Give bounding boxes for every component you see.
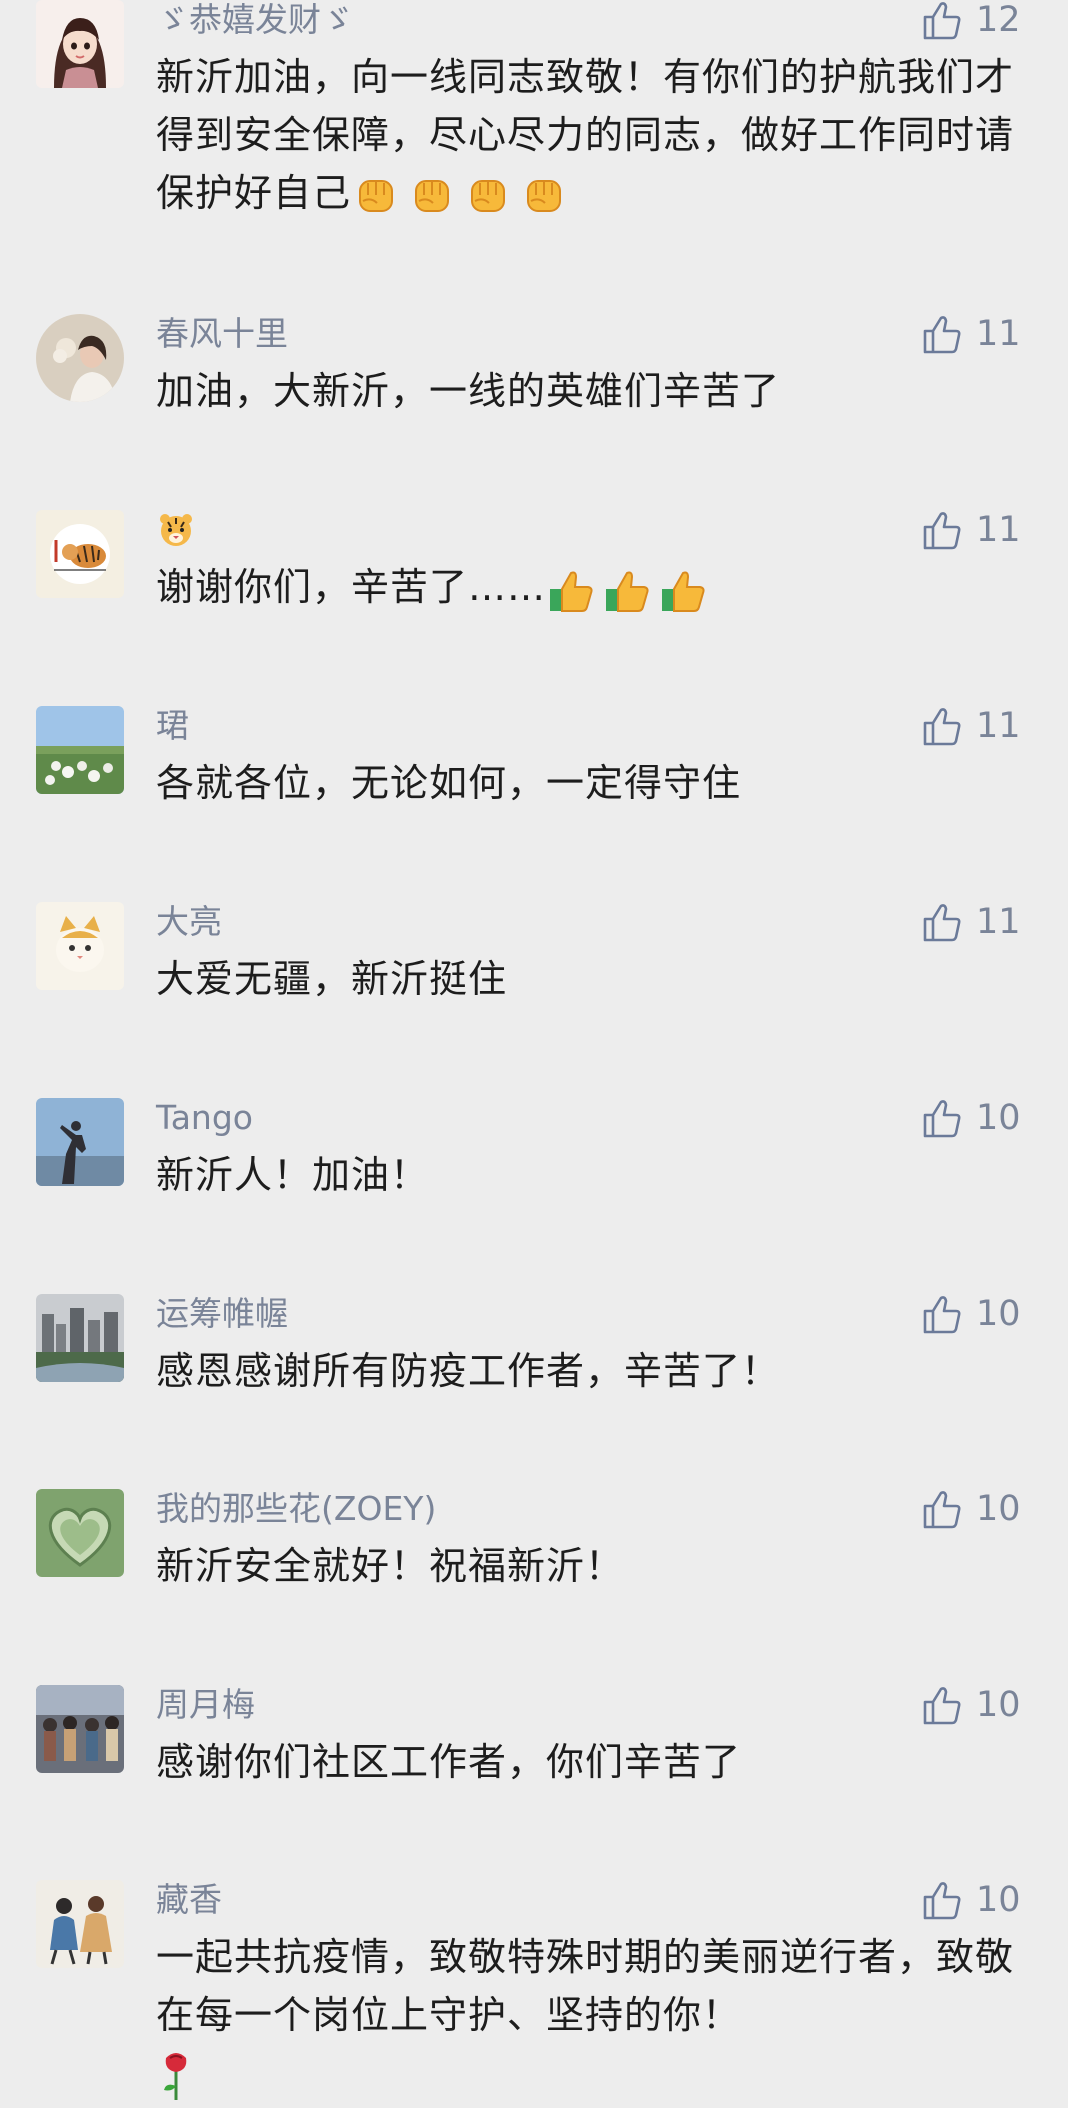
raised-fist-emoji [463, 171, 513, 221]
like-count: 10 [976, 1098, 1021, 1138]
avatar[interactable] [36, 1489, 124, 1577]
like-count: 10 [976, 1880, 1021, 1920]
like-count: 11 [976, 706, 1021, 746]
comment-text: 大爱无疆，新沂挺住 [156, 957, 508, 1001]
like-button[interactable]: 12 [920, 0, 1024, 40]
nickname[interactable] [156, 510, 196, 559]
avatar[interactable] [36, 0, 124, 88]
like-button[interactable]: 10 [920, 1489, 1024, 1529]
nickname[interactable]: 运筹帷幄 [156, 1294, 288, 1334]
like-button[interactable]: 11 [920, 510, 1024, 550]
avatar[interactable] [36, 1294, 124, 1382]
thumbs-up-icon [923, 1100, 961, 1138]
like-count: 10 [976, 1489, 1021, 1529]
thumbs-up-icon [923, 1882, 961, 1920]
thumbs-up-icon [923, 904, 961, 942]
like-button[interactable]: 11 [920, 902, 1024, 942]
green-heart-avatar-icon [36, 1489, 124, 1577]
woman-flowers-avatar-icon [36, 314, 124, 402]
crowd-avatar-icon [36, 1685, 124, 1773]
city-skyline-avatar-icon [36, 1294, 124, 1382]
thumbs-up-icon [923, 512, 961, 550]
avatar[interactable] [36, 706, 124, 794]
raised-fist-emoji [519, 171, 569, 221]
thumbs-up-icon [923, 316, 961, 354]
nickname[interactable]: Tango [156, 1098, 253, 1138]
like-button[interactable]: 10 [920, 1294, 1024, 1334]
nickname[interactable]: 珺 [156, 706, 189, 746]
like-button[interactable]: 10 [920, 1098, 1024, 1138]
nickname[interactable]: ゞ恭嬉发财ゞ [156, 0, 354, 40]
avatar[interactable] [36, 314, 124, 402]
thumbs-up-icon [923, 1687, 961, 1725]
comment-text: 感恩感谢所有防疫工作者，辛苦了！ [156, 1349, 781, 1393]
tiger-face-icon [160, 514, 192, 546]
comment-text: 一起共抗疫情，致敬特殊时期的美丽逆行者，致敬在每一个岗位上守护、坚持的你！ [156, 1928, 1016, 2104]
raised-fist-emoji [351, 171, 401, 221]
avatar[interactable] [36, 1685, 124, 1773]
person-sky-avatar-icon [36, 1098, 124, 1186]
cat-avatar-icon [36, 902, 124, 990]
comment-text: 各就各位，无论如何，一定得守住 [156, 761, 742, 805]
comment-text: 谢谢你们，辛苦了…… [156, 558, 1016, 616]
thumbs-up-emoji [658, 565, 708, 615]
like-count: 11 [976, 510, 1021, 550]
thumbs-up-icon [923, 708, 961, 746]
tiger-painting-avatar-icon [36, 510, 124, 598]
thumbs-up-emoji [602, 565, 652, 615]
like-count: 11 [976, 314, 1021, 354]
avatar[interactable] [36, 1098, 124, 1186]
comment-text-content: 新沂加油，向一线同志致敬！有你们的护航我们才得到安全保障，尽心尽力的同志，做好工… [156, 55, 1015, 215]
cartoon-girl-avatar-icon [36, 0, 124, 88]
thumbs-up-icon [923, 2, 961, 40]
like-count: 12 [976, 0, 1021, 40]
two-figures-avatar-icon [36, 1880, 124, 1968]
comment-text-content: 一起共抗疫情，致敬特殊时期的美丽逆行者，致敬在每一个岗位上守护、坚持的你！ [156, 1935, 1015, 2037]
nickname[interactable]: 我的那些花(ZOEY) [156, 1489, 436, 1529]
like-button[interactable]: 10 [920, 1685, 1024, 1725]
nickname[interactable]: 春风十里 [156, 314, 288, 354]
avatar[interactable] [36, 1880, 124, 1968]
like-button[interactable]: 10 [920, 1880, 1024, 1920]
comment-text: 新沂加油，向一线同志致敬！有你们的护航我们才得到安全保障，尽心尽力的同志，做好工… [156, 48, 1016, 222]
thumbs-up-icon [923, 1491, 961, 1529]
flower-field-avatar-icon [36, 706, 124, 794]
nickname[interactable]: 藏香 [156, 1880, 222, 1920]
avatar[interactable] [36, 902, 124, 990]
like-count: 11 [976, 902, 1021, 942]
comment-text: 新沂安全就好！祝福新沂！ [156, 1544, 625, 1588]
comment-text: 新沂人！加油！ [156, 1153, 430, 1197]
thumbs-up-icon [923, 1296, 961, 1334]
nickname[interactable]: 大亮 [156, 902, 222, 942]
comment-text: 感谢你们社区工作者，你们辛苦了 [156, 1740, 742, 1784]
like-count: 10 [976, 1294, 1021, 1334]
rose-emoji [156, 2048, 196, 2104]
like-button[interactable]: 11 [920, 706, 1024, 746]
like-count: 10 [976, 1685, 1021, 1725]
like-button[interactable]: 11 [920, 314, 1024, 354]
comment-text-content: 谢谢你们，辛苦了…… [156, 565, 547, 609]
thumbs-up-emoji [546, 565, 596, 615]
avatar[interactable] [36, 510, 124, 598]
comment-text: 加油，大新沂，一线的英雄们辛苦了 [156, 369, 781, 413]
raised-fist-emoji [407, 171, 457, 221]
nickname[interactable]: 周月梅 [156, 1685, 255, 1725]
